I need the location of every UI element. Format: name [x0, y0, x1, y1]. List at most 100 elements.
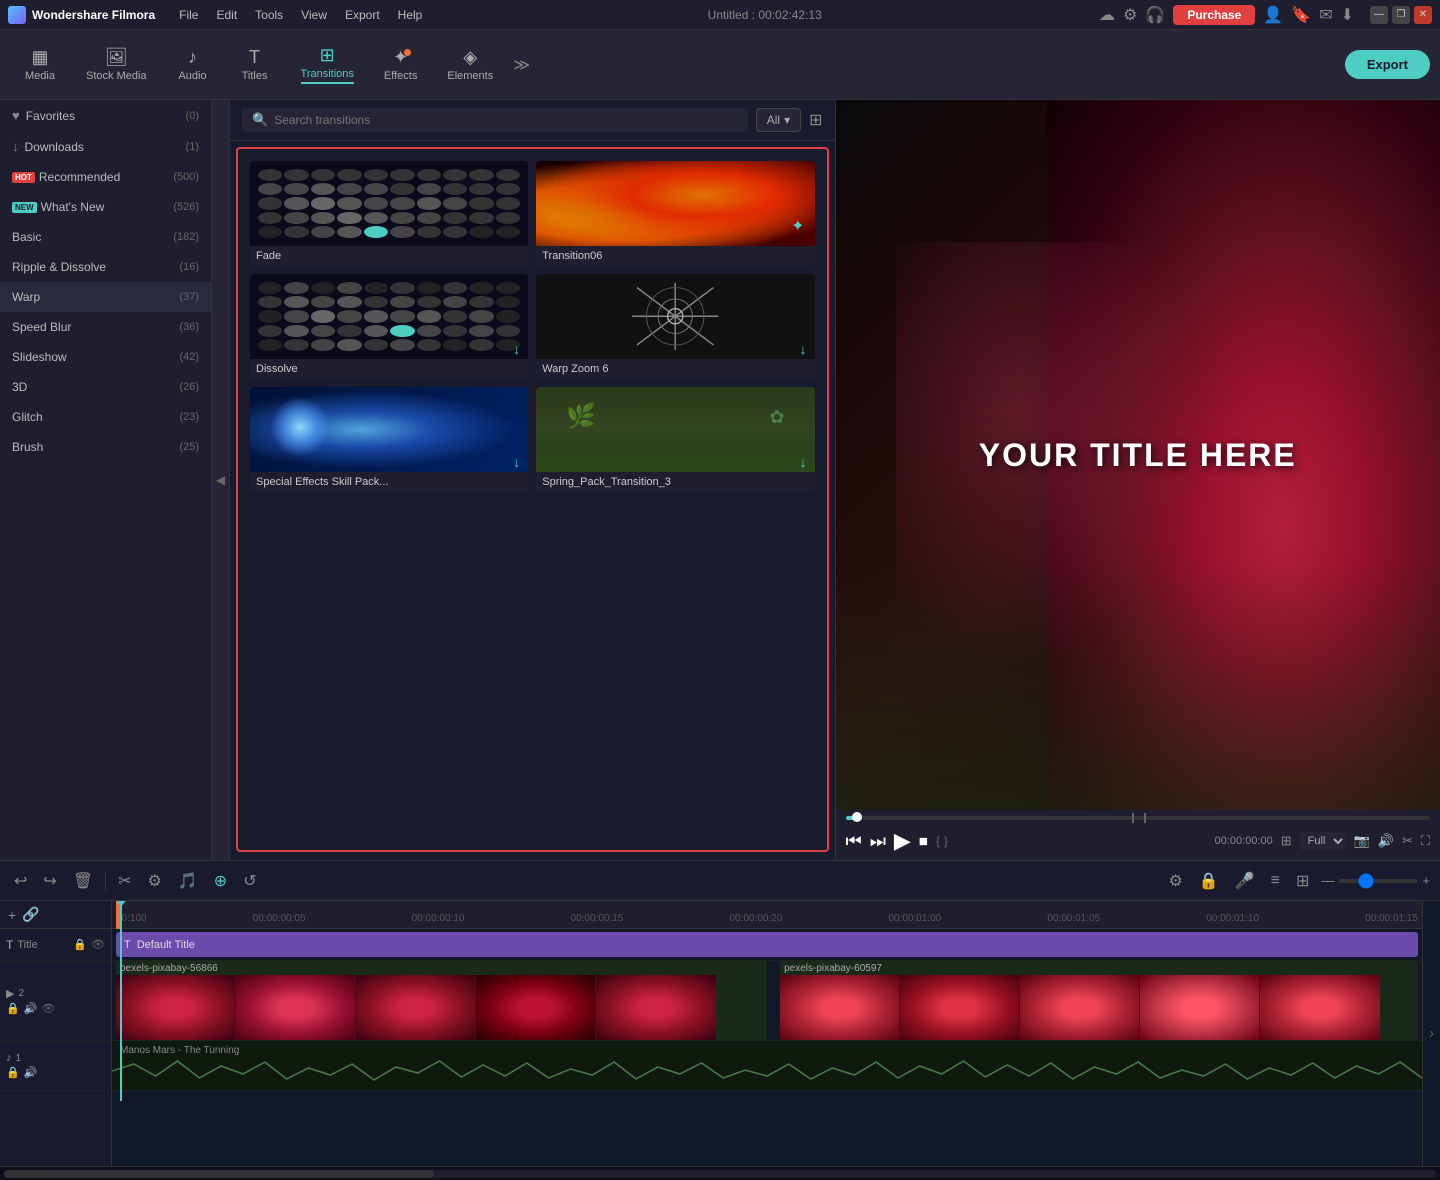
menu-help[interactable]: Help	[390, 6, 431, 24]
headset-icon[interactable]: 🎧	[1145, 5, 1165, 25]
title-track-eye[interactable]: 👁	[91, 938, 105, 951]
filter-button[interactable]: All ▾	[756, 108, 801, 132]
toolbar-transitions[interactable]: ⊞ Transitions	[287, 39, 368, 90]
sidebar-item-warp[interactable]: Warp (37)	[0, 282, 211, 312]
video1-clip2-label: pexels-pixabay-60597	[784, 963, 882, 974]
mail-icon[interactable]: ✉	[1319, 5, 1332, 25]
menu-view[interactable]: View	[293, 6, 335, 24]
timeline-scrollbar[interactable]	[4, 1170, 1436, 1178]
menu-file[interactable]: File	[171, 6, 206, 24]
sidebar-item-brush[interactable]: Brush (25)	[0, 432, 211, 462]
timeline-scrollbar-thumb[interactable]	[4, 1170, 434, 1178]
effects-panel-button[interactable]: ⚙	[1164, 869, 1186, 893]
add-track-button[interactable]: +	[8, 907, 16, 923]
cloud-icon[interactable]: ☁	[1099, 5, 1115, 25]
download-icon[interactable]: ⬇	[1341, 5, 1354, 25]
sidebar-item-favorites[interactable]: ♥ Favorites (0)	[0, 100, 211, 131]
playback-row: ⏮ ⏭ ▶ ⏹ { } 00:00:00:00 ⊞ Full 1/2 1/4 📷	[846, 828, 1431, 854]
collapse-panel-button[interactable]: ◀	[212, 100, 230, 860]
search-box[interactable]: 🔍	[242, 108, 748, 132]
toolbar-media[interactable]: ▦ Media	[10, 41, 70, 88]
audio-beat-button[interactable]: 🎵	[174, 869, 202, 893]
menu-edit[interactable]: Edit	[208, 6, 245, 24]
link-track-button[interactable]: 🔗	[22, 906, 39, 923]
play-pause-button[interactable]: ▶	[894, 828, 911, 854]
clip-properties-button[interactable]: ≡	[1267, 870, 1284, 892]
sidebar-item-ripple[interactable]: Ripple & Dissolve (16)	[0, 252, 211, 282]
transition-item-dissolve[interactable]: ↓ Dissolve	[250, 274, 528, 379]
audio-mute[interactable]: 🔊	[24, 1066, 38, 1079]
video1-clip-2[interactable]: pexels-pixabay-60597	[780, 961, 1418, 1040]
app-logo: Wondershare Filmora	[8, 6, 155, 24]
skip-back-button[interactable]: ⏮	[846, 831, 862, 852]
step-back-button[interactable]: ⏭	[870, 831, 886, 852]
export-button[interactable]: Export	[1345, 50, 1430, 79]
sidebar-item-3d[interactable]: 3D (26)	[0, 372, 211, 402]
quality-select[interactable]: Full 1/2 1/4	[1300, 832, 1346, 850]
seek-bar[interactable]	[846, 816, 1431, 820]
toolbar-effects[interactable]: ✦ Effects	[370, 41, 431, 88]
stop-button[interactable]: ⏹	[919, 831, 928, 852]
mic-button[interactable]: 🎤	[1231, 869, 1259, 893]
maximize-button[interactable]: ❐	[1392, 6, 1410, 24]
sidebar-item-glitch[interactable]: Glitch (23)	[0, 402, 211, 432]
toolbar-elements[interactable]: ◈ Elements	[433, 41, 507, 88]
delete-button[interactable]: 🗑	[69, 869, 97, 893]
grid-view-button[interactable]: ⊞	[809, 110, 822, 130]
stock-media-label: Stock Media	[86, 70, 147, 82]
clip-icon[interactable]: ✂	[1402, 833, 1413, 849]
sidebar-item-whats-new[interactable]: NEW What's New (526)	[0, 192, 211, 222]
transition-item-fade[interactable]: Fade	[250, 161, 528, 266]
volume-icon[interactable]: 🔊	[1378, 833, 1394, 849]
app-name: Wondershare Filmora	[32, 8, 155, 22]
transition-item-transition06[interactable]: ✦ Transition06	[536, 161, 814, 266]
bookmark-icon[interactable]: 🔖	[1291, 5, 1311, 25]
out-point-icon[interactable]: }	[944, 834, 948, 848]
video1-frame-3	[356, 975, 476, 1040]
minimize-button[interactable]: —	[1370, 6, 1388, 24]
sidebar-item-basic[interactable]: Basic (182)	[0, 222, 211, 252]
toolbar-more-button[interactable]: ≫	[513, 55, 530, 75]
magnet-button[interactable]: ⊕	[210, 869, 231, 893]
zoom-in-icon[interactable]: +	[1422, 873, 1430, 888]
sidebar-item-downloads[interactable]: ↓ Downloads (1)	[0, 131, 211, 162]
audio-panel-button[interactable]: 🔒	[1195, 869, 1223, 893]
account-icon[interactable]: 👤	[1263, 5, 1283, 25]
video1-mute[interactable]: 🔊	[24, 1002, 38, 1015]
settings-icon[interactable]: ⚙	[1123, 5, 1137, 25]
audio-lock[interactable]: 🔒	[6, 1066, 20, 1079]
video1-lock[interactable]: 🔒	[6, 1002, 20, 1015]
undo-button[interactable]: ↩	[10, 869, 31, 893]
seek-handle[interactable]	[852, 812, 862, 822]
menu-tools[interactable]: Tools	[247, 6, 291, 24]
adjust-button[interactable]: ⚙	[144, 869, 166, 893]
toolbar-audio[interactable]: ♪ Audio	[163, 41, 223, 88]
purchase-button[interactable]: Purchase	[1173, 5, 1255, 25]
redo-button[interactable]: ↪	[39, 869, 60, 893]
transition-item-special-effects[interactable]: ↓ Special Effects Skill Pack...	[250, 387, 528, 492]
transition-item-spring-pack[interactable]: 🌿 ✿ ↓ Spring_Pack_Transition_3	[536, 387, 814, 492]
in-point-icon[interactable]: {	[936, 834, 940, 848]
video1-eye[interactable]: 👁	[41, 1002, 55, 1015]
fit-screen-icon[interactable]: ⊞	[1281, 833, 1292, 849]
title-track-lock[interactable]: 🔒	[73, 938, 87, 951]
zoom-out-icon[interactable]: —	[1321, 873, 1334, 888]
toolbar-stock-media[interactable]: 🖼 Stock Media	[72, 41, 161, 88]
split-button[interactable]: ⊞	[1292, 869, 1313, 893]
transition-item-warp-zoom-6[interactable]: ↓ Warp Zoom 6	[536, 274, 814, 379]
video1-clip-1[interactable]: pexels-pixabay-56866	[116, 961, 767, 1040]
sidebar-item-speed-blur[interactable]: Speed Blur (36)	[0, 312, 211, 342]
fullscreen-icon[interactable]: ⛶	[1421, 833, 1430, 849]
snapshot-icon[interactable]: 📷	[1354, 833, 1370, 849]
menu-export[interactable]: Export	[337, 6, 388, 24]
timeline-right-button[interactable]: ›	[1422, 901, 1440, 1166]
cut-button[interactable]: ✂	[114, 869, 135, 893]
sidebar-item-recommended[interactable]: HOT Recommended (500)	[0, 162, 211, 192]
sidebar-item-slideshow[interactable]: Slideshow (42)	[0, 342, 211, 372]
close-button[interactable]: ✕	[1414, 6, 1432, 24]
title-clip[interactable]: T Default Title	[116, 932, 1418, 957]
return-button[interactable]: ↺	[239, 869, 260, 893]
zoom-slider[interactable]	[1338, 879, 1418, 883]
toolbar-titles[interactable]: T Titles	[225, 41, 285, 88]
search-input[interactable]	[274, 113, 738, 127]
